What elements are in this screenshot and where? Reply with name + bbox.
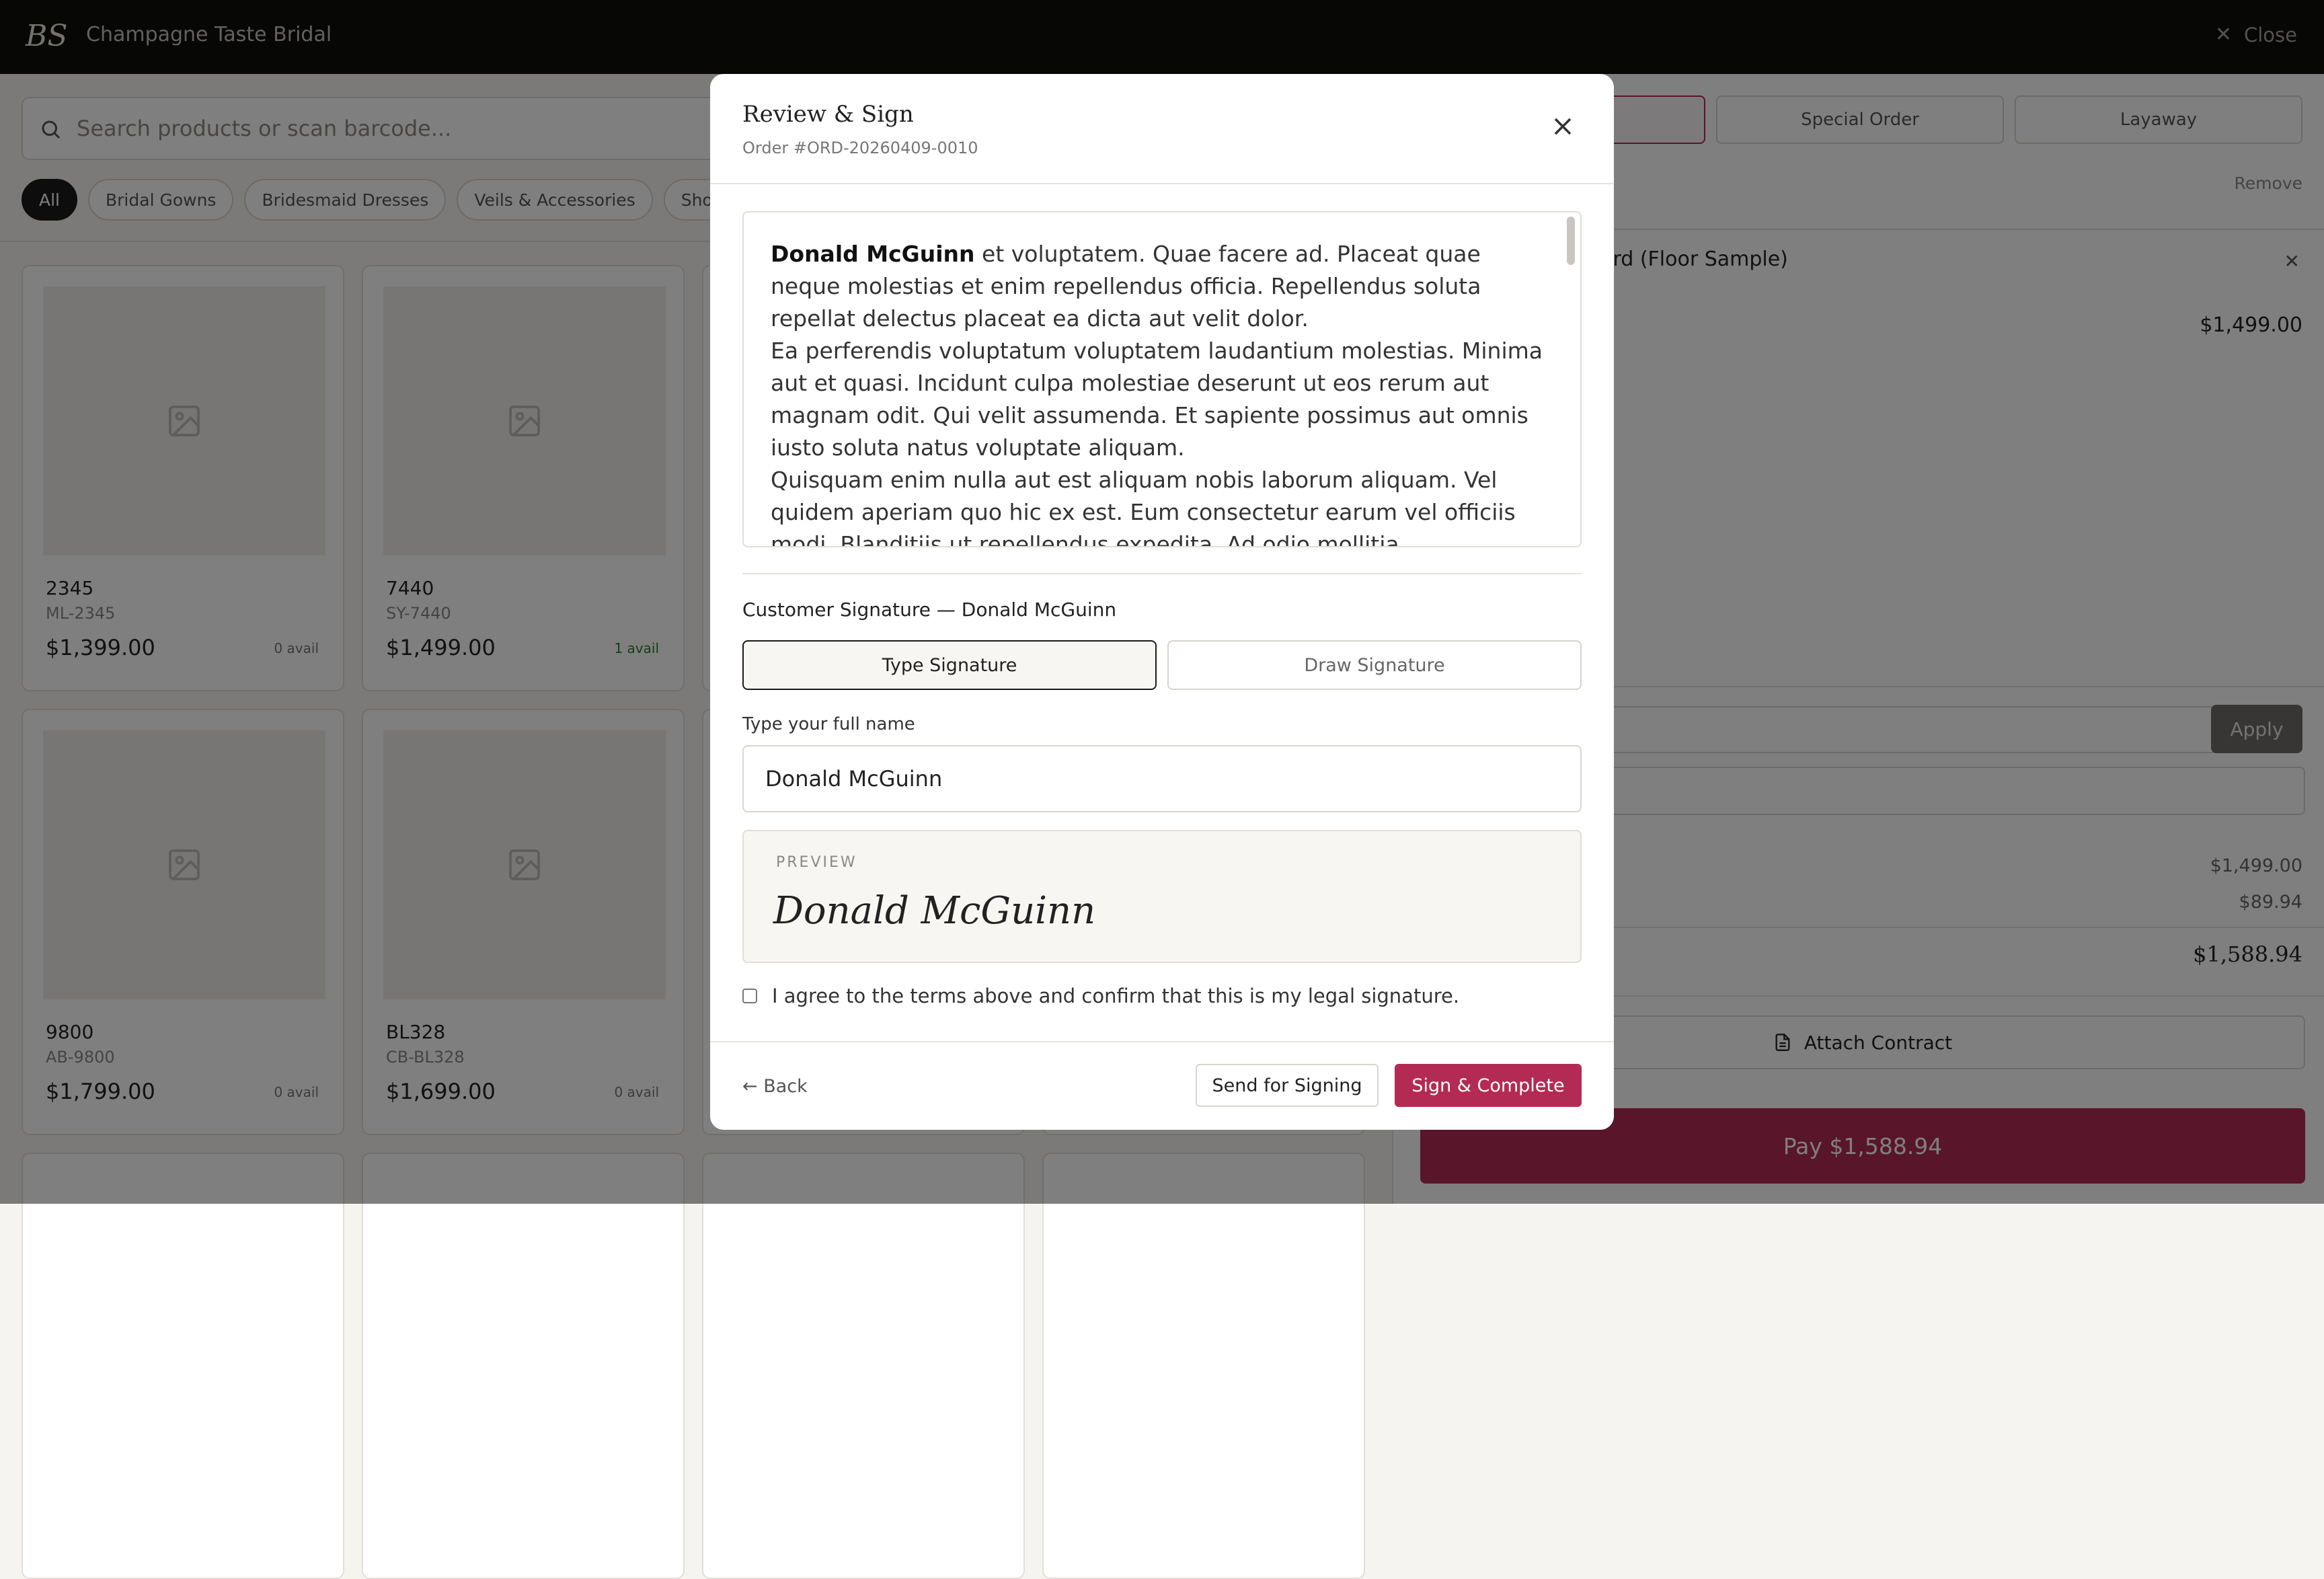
sign-complete-button[interactable]: Sign & Complete (1395, 1064, 1582, 1107)
dialog-footer-divider (710, 1041, 1614, 1042)
agree-terms[interactable]: I agree to the terms above and confirm t… (742, 985, 1459, 1007)
agree-text: I agree to the terms above and confirm t… (772, 985, 1460, 1007)
full-name-label: Type your full name (742, 714, 915, 734)
agree-checkbox[interactable] (742, 989, 757, 1003)
product-card[interactable] (362, 1153, 685, 1579)
tab-draw-signature[interactable]: Draw Signature (1167, 640, 1582, 690)
review-sign-dialog: Review & Sign Order #ORD-20260409-0010 D… (710, 74, 1614, 1130)
send-for-signing-button[interactable]: Send for Signing (1196, 1064, 1379, 1107)
back-button[interactable]: ← Back (742, 1076, 808, 1097)
product-card[interactable] (22, 1153, 344, 1579)
terms-customer-name: Donald McGuinn (771, 241, 975, 267)
tab-type-signature[interactable]: Type Signature (742, 640, 1157, 690)
signature-preview: PREVIEW Donald McGuinn (742, 830, 1582, 963)
product-card[interactable] (1042, 1153, 1365, 1579)
close-dialog-icon[interactable] (1548, 112, 1578, 141)
preview-signature-text: Donald McGuinn (773, 889, 1096, 933)
scrollbar-thumb[interactable] (1567, 217, 1575, 265)
dialog-header-divider (710, 183, 1614, 184)
customer-signature-heading: Customer Signature — Donald McGuinn (742, 599, 1117, 621)
product-card[interactable] (702, 1153, 1025, 1579)
terms-paragraph: Quisquam enim nulla aut est aliquam nobi… (771, 467, 1516, 547)
order-number: Order #ORD-20260409-0010 (742, 139, 978, 157)
terms-text: Donald McGuinn et voluptatem. Quae facer… (771, 238, 1544, 547)
divider (742, 573, 1582, 574)
preview-label: PREVIEW (776, 854, 857, 871)
dialog-title: Review & Sign (742, 101, 914, 128)
terms-scroll-area[interactable]: Donald McGuinn et voluptatem. Quae facer… (742, 211, 1582, 547)
terms-paragraph: Ea perferendis voluptatum voluptatem lau… (771, 338, 1543, 461)
full-name-input[interactable] (742, 745, 1582, 812)
